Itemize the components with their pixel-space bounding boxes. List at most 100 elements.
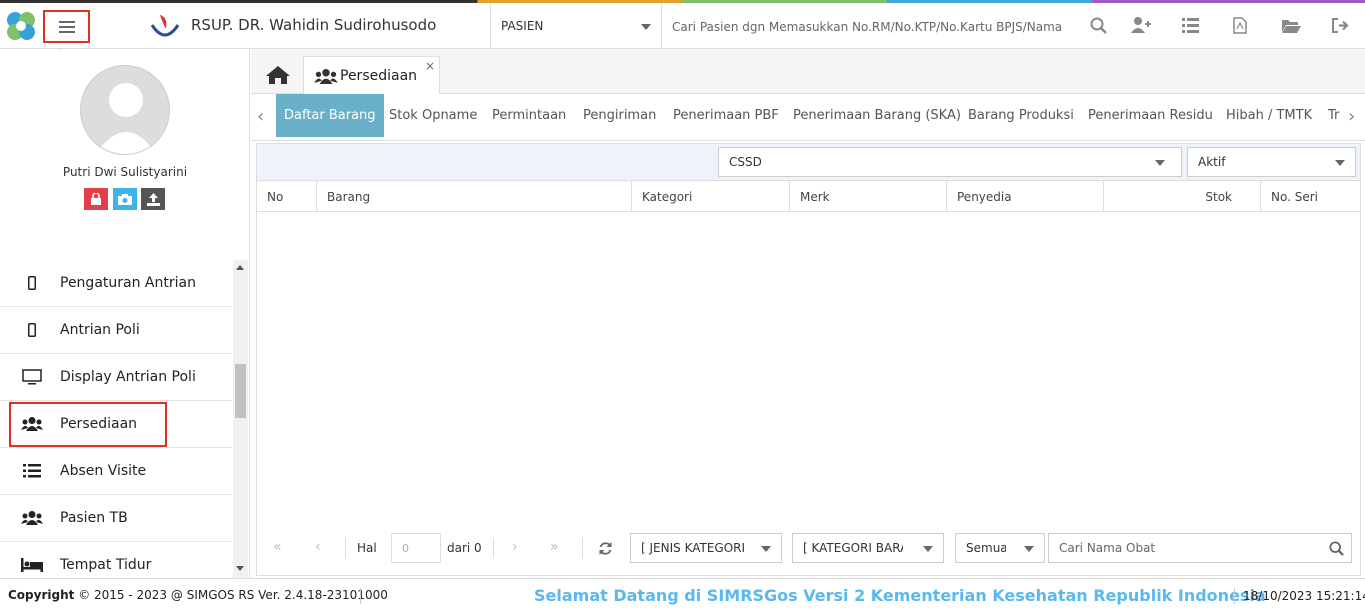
- search-icon[interactable]: [1329, 541, 1344, 556]
- mobile-icon: [20, 274, 44, 292]
- patient-type-select[interactable]: PASIEN: [491, 3, 661, 49]
- hamburger-menu-button[interactable]: [43, 10, 90, 43]
- subtab-truncated[interactable]: Tr: [1328, 94, 1348, 137]
- sidebar-item-label: Antrian Poli: [60, 322, 140, 338]
- sidebar-item-label: Absen Visite: [60, 463, 147, 479]
- sidebar-item-display-antrian-poli[interactable]: Display Antrian Poli: [0, 354, 232, 401]
- home-icon[interactable]: [265, 65, 291, 85]
- tab-strip: Persediaan ×: [251, 49, 1365, 94]
- sidebar-item-absen-visite[interactable]: Absen Visite: [0, 448, 232, 495]
- status-select[interactable]: Aktif: [1187, 147, 1356, 177]
- sidebar-scrollbar[interactable]: [233, 260, 248, 578]
- hospital-logo-icon: [150, 15, 180, 37]
- scroll-up-icon[interactable]: [236, 265, 244, 270]
- subtab-barang-produksi[interactable]: Barang Produksi: [968, 94, 1074, 137]
- tab-label: Persediaan: [340, 68, 418, 84]
- bed-icon: [20, 556, 44, 574]
- divider: [493, 538, 494, 558]
- unit-select[interactable]: CSSD: [718, 147, 1182, 177]
- upload-icon: [146, 192, 160, 206]
- tab-persediaan[interactable]: Persediaan ×: [303, 56, 440, 94]
- users-icon: [314, 69, 338, 84]
- chevron-down-icon: [1024, 546, 1034, 552]
- logout-icon[interactable]: [1329, 14, 1351, 36]
- column-header-penyedia[interactable]: Penyedia: [947, 181, 1104, 212]
- column-header-barang[interactable]: Barang: [317, 181, 632, 212]
- last-page-icon[interactable]: »: [550, 539, 559, 555]
- hospital-name: RSUP. DR. Wahidin Sudirohusodo: [191, 16, 437, 34]
- copyright: Copyright © 2015 - 2023 @ SIMGOS RS Ver.…: [8, 588, 388, 602]
- subtab-penerimaan-barang-ska[interactable]: Penerimaan Barang (SKA): [793, 94, 961, 137]
- sidebar-item-label: Pasien TB: [60, 510, 128, 526]
- kategori-barang-select[interactable]: [ KATEGORI BARA: [792, 533, 944, 563]
- scrollbar-thumb[interactable]: [235, 364, 246, 418]
- subtab-penerimaan-pbf[interactable]: Penerimaan PBF: [673, 94, 779, 137]
- sub-tabs: ‹ Daftar Barang Stok Opname Permintaan P…: [251, 94, 1365, 141]
- prev-page-icon[interactable]: ‹: [315, 539, 321, 555]
- page-number-input[interactable]: 0: [391, 533, 441, 563]
- column-header-kategori[interactable]: Kategori: [632, 181, 790, 212]
- jenis-kategori-value: [ JENIS KATEGORI: [641, 541, 746, 555]
- column-header-merk[interactable]: Merk: [790, 181, 947, 212]
- divider: [1234, 588, 1235, 604]
- drug-search-input[interactable]: Cari Nama Obat: [1048, 533, 1352, 563]
- jenis-kategori-select[interactable]: [ JENIS KATEGORI: [630, 533, 782, 563]
- monitor-icon: [20, 368, 44, 386]
- chevron-down-icon: [641, 24, 651, 30]
- lock-icon: [91, 193, 101, 205]
- column-header-no[interactable]: No: [257, 181, 317, 212]
- sidebar-item-antrian-poli[interactable]: Antrian Poli: [0, 307, 232, 354]
- camera-button[interactable]: [113, 188, 137, 210]
- pdf-icon[interactable]: [1229, 14, 1251, 36]
- sidebar: Putri Dwi Sulistyarini Pengaturan Antria…: [0, 49, 250, 578]
- datetime: 18/10/2023 15:21:14: [1243, 589, 1365, 603]
- scroll-down-icon[interactable]: [236, 566, 244, 571]
- upload-button[interactable]: [141, 188, 165, 210]
- list-icon: [20, 462, 44, 480]
- sidebar-item-pengaturan-antrian[interactable]: Pengaturan Antrian: [0, 260, 232, 307]
- drug-search-placeholder: Cari Nama Obat: [1059, 541, 1156, 555]
- copyright-icon: ©: [78, 588, 91, 602]
- user-name: Putri Dwi Sulistyarini: [62, 165, 188, 179]
- subtab-pengiriman[interactable]: Pengiriman: [583, 94, 656, 137]
- camera-icon: [118, 193, 132, 205]
- lock-button[interactable]: [84, 188, 108, 210]
- next-page-icon[interactable]: ›: [512, 539, 518, 555]
- highlight-box-annotation: [9, 402, 167, 447]
- sidebar-item-pasien-tb[interactable]: Pasien TB: [0, 495, 232, 542]
- chevron-down-icon: [1155, 160, 1165, 166]
- semua-select[interactable]: Semua: [955, 533, 1045, 563]
- refresh-icon[interactable]: [598, 541, 613, 556]
- chevron-down-icon: [761, 546, 771, 552]
- subtab-daftar-barang[interactable]: Daftar Barang: [276, 94, 384, 137]
- users-icon: [20, 509, 44, 527]
- chevron-left-icon[interactable]: ‹: [257, 106, 264, 127]
- chevron-down-icon: [923, 546, 933, 552]
- filter-bar: CSSD Aktif: [257, 144, 1360, 181]
- divider: [345, 538, 346, 558]
- patient-type-value: PASIEN: [501, 19, 544, 33]
- column-header-stok[interactable]: Stok: [1104, 181, 1261, 212]
- close-icon[interactable]: ×: [425, 59, 435, 73]
- add-user-icon[interactable]: [1130, 14, 1152, 36]
- subtab-hibah-tmtk[interactable]: Hibah / TMTK: [1226, 94, 1312, 137]
- folder-open-icon[interactable]: [1280, 14, 1302, 36]
- column-header-no-seri[interactable]: No. Seri: [1261, 181, 1360, 212]
- chevron-right-icon[interactable]: ›: [1348, 106, 1355, 127]
- welcome-marquee: Selamat Datang di SIMRSGos Versi 2 Kemen…: [534, 586, 1266, 605]
- avatar: [80, 65, 170, 155]
- divider: [360, 588, 361, 604]
- subtab-permintaan[interactable]: Permintaan: [492, 94, 566, 137]
- sidebar-item-tempat-tidur[interactable]: Tempat Tidur: [0, 542, 232, 578]
- divider: [661, 3, 662, 49]
- subtab-stok-opname[interactable]: Stok Opname: [389, 94, 477, 137]
- first-page-icon[interactable]: «: [273, 539, 282, 555]
- list-icon[interactable]: [1179, 14, 1201, 36]
- unit-value: CSSD: [729, 155, 762, 169]
- subtab-penerimaan-residu[interactable]: Penerimaan Residu: [1088, 94, 1213, 137]
- hamburger-icon: [58, 20, 75, 33]
- search-icon[interactable]: [1087, 14, 1109, 36]
- footer: Copyright © 2015 - 2023 @ SIMGOS RS Ver.…: [0, 578, 1365, 613]
- main-panel: CSSD Aktif No Barang Kategori Merk Penye…: [256, 143, 1361, 576]
- patient-search-input[interactable]: Cari Pasien dgn Memasukkan No.RM/No.KTP/…: [672, 20, 1062, 34]
